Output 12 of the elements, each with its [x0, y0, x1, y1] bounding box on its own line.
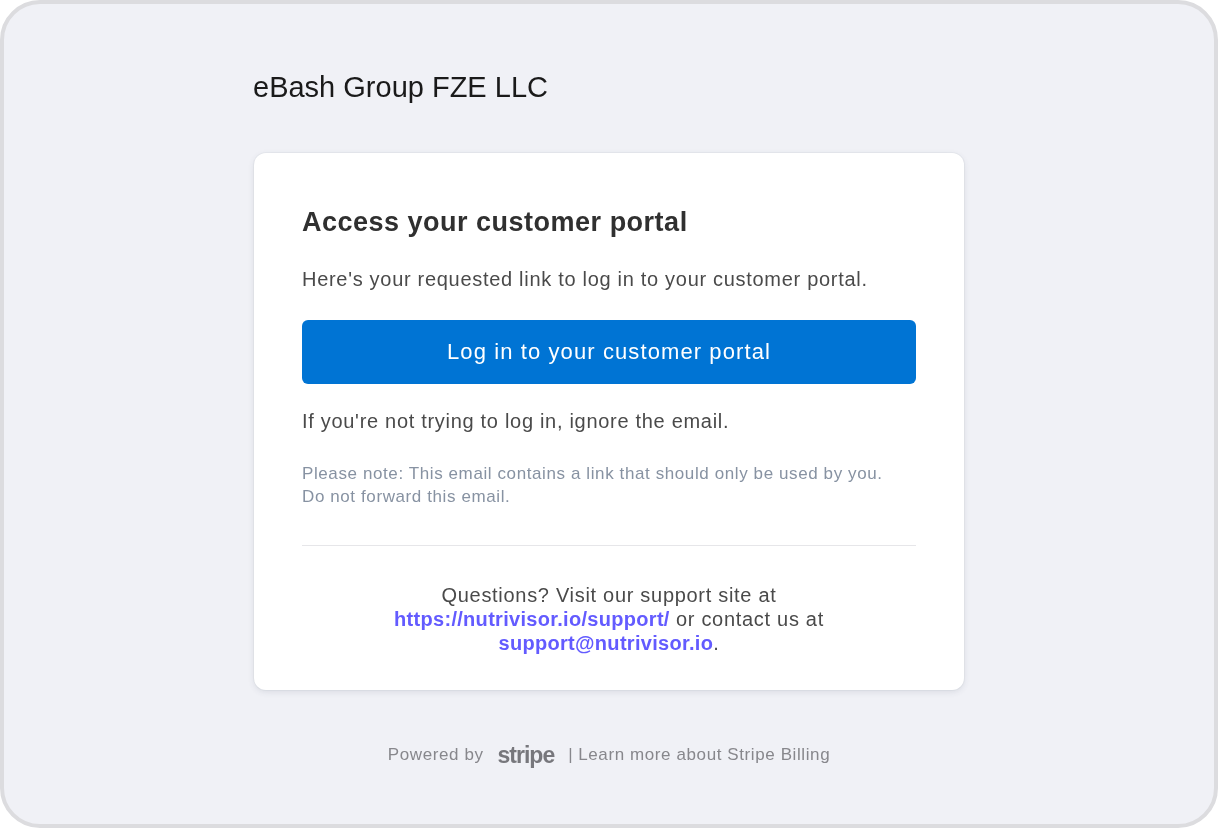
ignore-notice: If you're not trying to log in, ignore the email.	[302, 409, 731, 433]
separator-text: |	[568, 745, 574, 765]
billing-link[interactable]: Learn more about Stripe Billing	[578, 745, 831, 765]
note-text: Please note: This email contains a link that should only be used by you. Do not forward this email.	[302, 463, 884, 508]
card-title: Access your customer portal	[302, 206, 689, 238]
email-link[interactable]: support@nutrivisor.io	[498, 632, 714, 654]
login-button[interactable]: Log in to your customer portal	[302, 320, 916, 384]
powered-by-text: Powered by	[387, 745, 484, 765]
support-text: Questions? Visit our support site at https://nutrivisor.io/support/ or contact us at support@nutrivisor.io.	[393, 583, 825, 655]
support-link[interactable]: https://nutrivisor.io/support/	[394, 608, 670, 630]
intro-text: Here's your requested link to log in to your customer portal.	[302, 267, 869, 291]
company-name: eBash Group FZE LLC	[253, 70, 548, 104]
